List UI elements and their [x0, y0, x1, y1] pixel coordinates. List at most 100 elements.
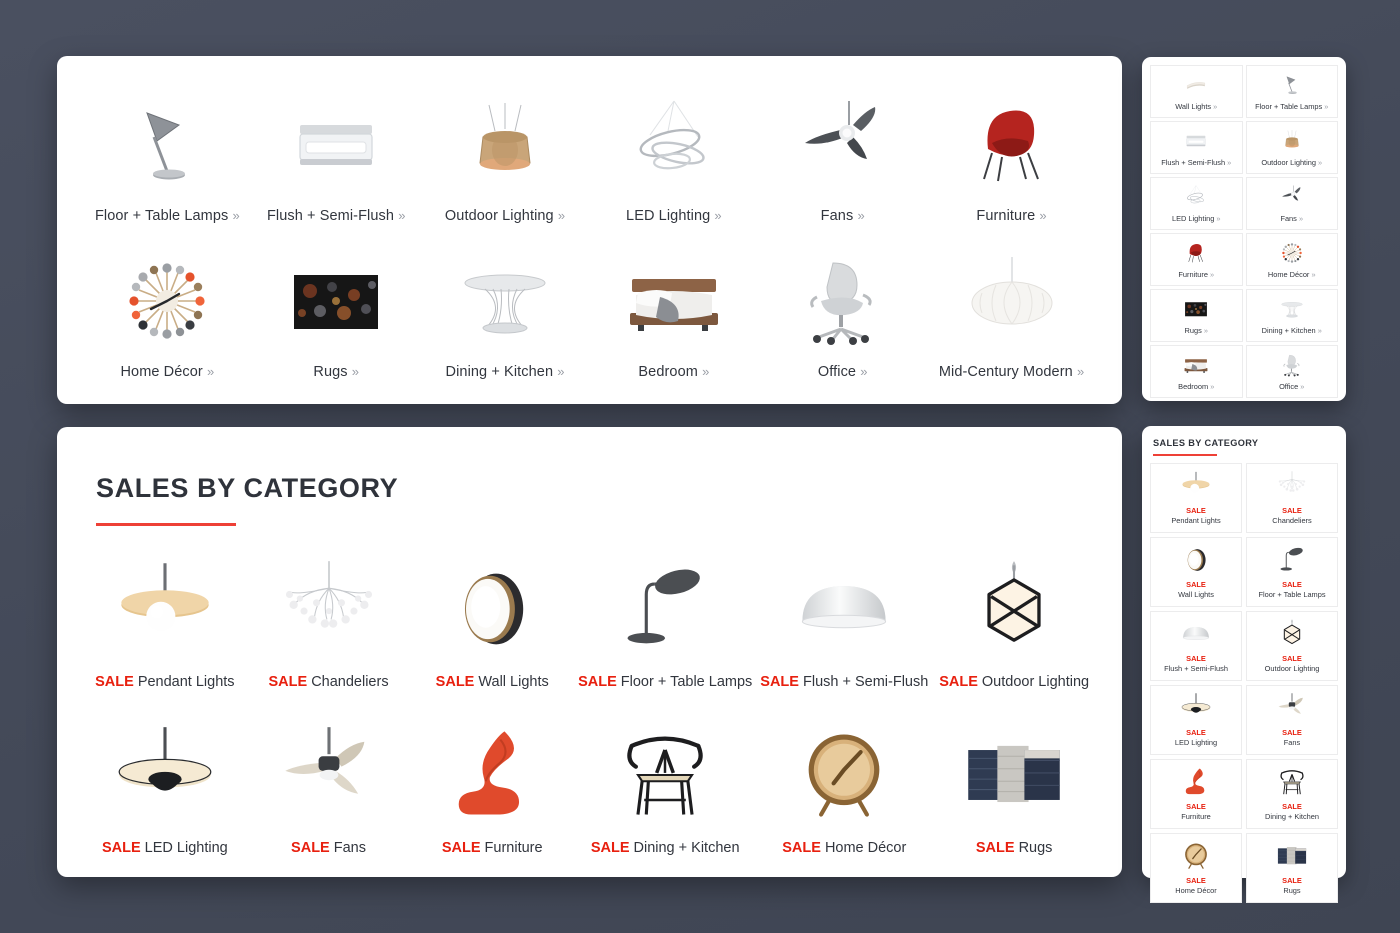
mobile-category-cell-outdoor-lighting[interactable]: Outdoor Lighting » — [1245, 121, 1338, 174]
category-cell-dining-kitchen[interactable]: Dining + Kitchen » — [421, 242, 590, 394]
chevron-right-icon: » — [1298, 214, 1304, 223]
mobile-sale-cell-chandeliers[interactable]: SALE Chandeliers — [1246, 463, 1338, 533]
mobile-sale-category-name: Outdoor Lighting — [1264, 663, 1320, 673]
mobile-category-label-text: Wall Lights — [1175, 102, 1212, 111]
sale-category-name: Chandeliers — [311, 674, 389, 690]
sale-category-name: Dining + Kitchen — [633, 840, 740, 856]
category-cell-home-d-cor[interactable]: Home Décor » — [83, 242, 252, 394]
mobile-sale-cell-dining-kitchen[interactable]: SALE Dining + Kitchen — [1246, 758, 1338, 829]
sale-cell-floor-table-lamps[interactable]: SALE Floor + Table Lamps — [574, 548, 756, 704]
sale-cell-fans[interactable]: SALE Fans — [247, 714, 411, 870]
mobile-sale-category-name: Chandeliers — [1272, 515, 1312, 525]
mobile-category-label: Wall Lights » — [1175, 102, 1217, 111]
mobile-sale-cell-floor-table-lamps[interactable]: SALE Floor + Table Lamps — [1246, 536, 1338, 607]
mobile-sale-cell-pendant-lights[interactable]: SALE Pendant Lights — [1150, 463, 1242, 533]
mobile-category-cell-flush-semi-flush[interactable]: Flush + Semi-Flush » — [1150, 121, 1243, 174]
disc-pendant-icon — [1153, 469, 1239, 503]
mobile-sale-cell-rugs[interactable]: SALE Rugs — [1246, 832, 1338, 903]
mobile-category-cell-home-d-cor[interactable]: Home Décor » — [1245, 233, 1338, 286]
heracleum-chandelier-icon — [251, 554, 407, 664]
category-label: Flush + Semi-Flush » — [267, 208, 406, 224]
mobile-sale-cell-flush-semi-flush[interactable]: SALE Flush + Semi-Flush — [1150, 610, 1242, 681]
category-cell-furniture[interactable]: Furniture » — [927, 86, 1096, 238]
mobile-sale-badge: SALE — [1186, 506, 1206, 515]
mobile-sale-category-name: Pendant Lights — [1171, 515, 1221, 525]
chevron-right-icon: » — [1216, 214, 1221, 223]
mobile-category-label-text: Rugs — [1184, 326, 1202, 335]
mobile-category-cell-furniture[interactable]: Furniture » — [1150, 233, 1243, 286]
category-label: Bedroom » — [638, 364, 709, 380]
mobile-sale-category-name: Furniture — [1181, 811, 1211, 821]
rug-icon — [256, 248, 417, 354]
sale-category-name: Home Décor — [824, 840, 907, 856]
mobile-sale-category-name: Fans — [1283, 737, 1301, 747]
category-cell-led-lighting[interactable]: LED Lighting » — [589, 86, 758, 238]
mobile-sale-badge: SALE — [1186, 801, 1206, 811]
category-cell-fans[interactable]: Fans » — [758, 86, 927, 238]
category-cell-outdoor-lighting[interactable]: Outdoor Lighting » — [421, 86, 590, 238]
three-blade-fan-icon — [1249, 691, 1335, 725]
mobile-category-cell-fans[interactable]: Fans » — [1245, 177, 1338, 230]
mobile-category-cell-office[interactable]: Office » — [1245, 345, 1338, 398]
mobile-sale-badge: SALE — [1186, 727, 1206, 737]
category-label: Mid-Century Modern » — [939, 364, 1084, 380]
sale-cell-wall-lights[interactable]: SALE Wall Lights — [410, 548, 574, 704]
sale-cell-furniture[interactable]: SALE Furniture — [410, 714, 574, 870]
category-cell-flush-semi-flush[interactable]: Flush + Semi-Flush » — [252, 86, 421, 238]
category-label: LED Lighting » — [626, 208, 722, 224]
sale-cell-home-d-cor[interactable]: SALE Home Décor — [756, 714, 932, 870]
category-cell-bedroom[interactable]: Bedroom » — [589, 242, 758, 394]
mobile-category-cell-wall-lights[interactable]: Wall Lights » — [1150, 65, 1243, 118]
flush-mount-icon — [256, 92, 417, 198]
category-cell-mid-century-modern[interactable]: Mid-Century Modern » — [927, 242, 1096, 394]
sale-category-name: LED Lighting — [144, 840, 228, 856]
mobile-category-label: Floor + Table Lamps » — [1255, 102, 1328, 111]
mobile-sale-cell-outdoor-lighting[interactable]: SALE Outdoor Lighting — [1246, 610, 1338, 681]
sale-badge: SALE — [441, 840, 481, 856]
sale-badge: SALE — [760, 674, 799, 690]
mobile-category-cell-bedroom[interactable]: Bedroom » — [1150, 345, 1243, 398]
mobile-category-cell-rugs[interactable]: Rugs » — [1150, 289, 1243, 342]
category-cell-floor-table-lamps[interactable]: Floor + Table Lamps » — [83, 86, 252, 238]
sale-cell-dining-kitchen[interactable]: SALE Dining + Kitchen — [574, 714, 756, 870]
mobile-category-label-text: Dining + Kitchen — [1261, 326, 1316, 335]
panton-chair-icon — [414, 720, 570, 830]
rug-icon — [1153, 295, 1240, 323]
sale-cell-rugs[interactable]: SALE Rugs — [932, 714, 1096, 870]
category-label: Floor + Table Lamps » — [95, 208, 240, 224]
mobile-category-label-text: Bedroom — [1178, 382, 1209, 391]
mobile-sale-cell-wall-lights[interactable]: SALE Wall Lights — [1150, 536, 1242, 607]
sale-cell-flush-semi-flush[interactable]: SALE Flush + Semi-Flush — [756, 548, 932, 704]
office-chair-icon — [1249, 351, 1336, 379]
chevron-right-icon: » — [1324, 102, 1329, 111]
mobile-category-cell-led-lighting[interactable]: LED Lighting » — [1150, 177, 1243, 230]
sale-cell-pendant-lights[interactable]: SALE Pendant Lights — [83, 548, 247, 704]
sale-cell-chandeliers[interactable]: SALE Chandeliers — [247, 548, 411, 704]
mobile-sale-category-name: Flush + Semi-Flush — [1164, 663, 1228, 673]
mobile-sale-cell-fans[interactable]: SALE Fans — [1246, 684, 1338, 755]
saucer-pendant-icon — [931, 248, 1092, 354]
sale-label: SALE Pendant Lights — [95, 674, 234, 690]
category-cell-rugs[interactable]: Rugs » — [252, 242, 421, 394]
mobile-sale-cell-furniture[interactable]: SALE Furniture — [1150, 758, 1242, 829]
sales-header: SALES BY CATEGORY — [57, 427, 1122, 526]
category-cell-office[interactable]: Office » — [758, 242, 927, 394]
mobile-sale-cell-led-lighting[interactable]: SALE LED Lighting — [1150, 684, 1242, 755]
mobile-category-cell-floor-table-lamps[interactable]: Floor + Table Lamps » — [1245, 65, 1338, 118]
office-chair-icon — [762, 248, 923, 354]
mobile-category-grid: Wall Lights » Floor + Table Lamps » Flush … — [1142, 57, 1346, 406]
sale-cell-outdoor-lighting[interactable]: SALE Outdoor Lighting — [932, 548, 1096, 704]
mobile-page-title: SALES BY CATEGORY — [1153, 438, 1259, 448]
mobile-sale-cell-home-d-cor[interactable]: SALE Home Décor — [1150, 832, 1242, 903]
hex-lantern-icon — [936, 554, 1092, 664]
category-label: Dining + Kitchen » — [446, 364, 565, 380]
chevron-right-icon: » — [557, 364, 565, 379]
wire-table-icon — [425, 248, 586, 354]
mobile-category-label: Home Décor » — [1268, 270, 1316, 279]
sale-cell-led-lighting[interactable]: SALE LED Lighting — [83, 714, 247, 870]
chevron-right-icon: » — [1210, 270, 1215, 279]
mobile-category-cell-dining-kitchen[interactable]: Dining + Kitchen » — [1245, 289, 1338, 342]
mobile-category-label: Dining + Kitchen » — [1262, 326, 1322, 335]
mobile-sale-badge: SALE — [1282, 801, 1302, 811]
mobile-category-label: Fans » — [1280, 214, 1303, 223]
